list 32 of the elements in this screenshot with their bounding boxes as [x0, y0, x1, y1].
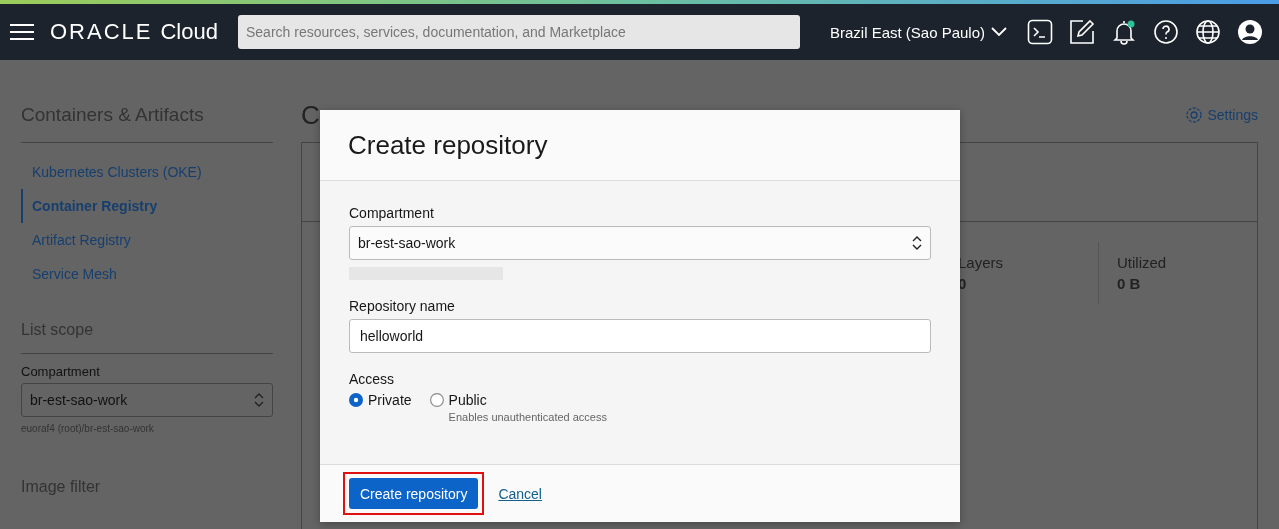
radio-label[interactable]: Public: [448, 392, 607, 408]
radio-button[interactable]: [429, 393, 444, 407]
stat-value: 0 B: [1117, 275, 1142, 292]
region-selector[interactable]: Brazil East (Sao Paulo): [829, 23, 1008, 41]
help-icon[interactable]: [1153, 19, 1180, 45]
menu-icon[interactable]: [10, 23, 34, 41]
logo-wordmark[interactable]: ORACLE: [50, 19, 153, 45]
logo-product-name[interactable]: Cloud: [160, 19, 218, 45]
radio-button[interactable]: [349, 393, 363, 407]
radio-label[interactable]: Private: [368, 392, 412, 408]
create-repository-button[interactable]: Create repository: [349, 478, 479, 509]
repository-name-input[interactable]: helloworld: [349, 319, 931, 353]
user-avatar-icon[interactable]: [1237, 19, 1264, 45]
field-label: Access: [349, 371, 396, 387]
dialog-title: Create repository: [348, 129, 548, 161]
stat-label: Utilized: [1117, 254, 1168, 271]
option-hint: Enables unauthenticated access: [448, 411, 607, 423]
field-label: Repository name: [349, 298, 456, 314]
terminal-icon[interactable]: [1027, 19, 1054, 45]
page-title: C: [301, 100, 320, 131]
search-field[interactable]: Search resources, services, documentation, and Marketplace: [237, 15, 800, 49]
edit-icon[interactable]: [1069, 19, 1096, 45]
up-down-chevron-icon: [912, 235, 922, 251]
settings-icon: [1185, 106, 1204, 124]
field-label: Compartment: [349, 205, 435, 221]
up-down-chevron-icon: [254, 392, 264, 408]
field-label: Compartment: [21, 364, 101, 379]
globe-icon[interactable]: [1195, 19, 1222, 45]
compartment-select[interactable]: br-est-sao-work: [349, 226, 931, 260]
chevron-down-icon: [991, 27, 1008, 37]
cancel-link[interactable]: Cancel: [498, 485, 542, 502]
notification-bell-icon[interactable]: [1111, 19, 1138, 45]
